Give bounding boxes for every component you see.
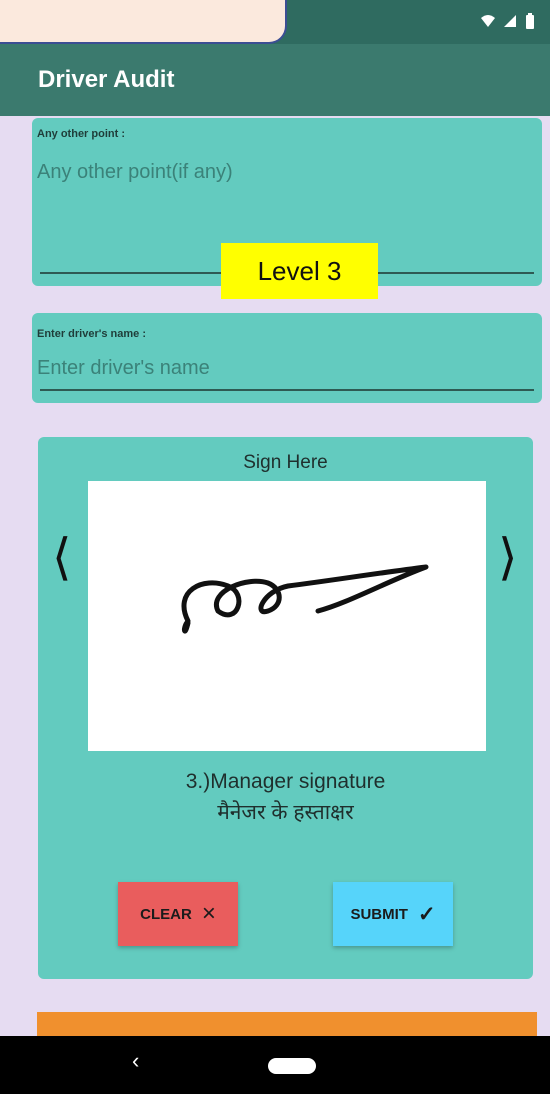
sign-here-title: Sign Here <box>243 452 328 473</box>
driver-name-underline <box>40 389 534 391</box>
navigation-bar: ‹ <box>0 1036 550 1094</box>
signature-caption-hindi: मैनेजर के हस्ताक्षर <box>217 801 354 824</box>
clear-button-label: CLEAR <box>140 905 192 923</box>
battery-icon <box>526 13 534 29</box>
driver-name-card: Enter driver's name : Enter driver's nam… <box>32 313 542 403</box>
level-badge: Level 3 <box>221 243 378 299</box>
signature-stroke <box>181 564 429 634</box>
app-title: Driver Audit <box>38 66 175 93</box>
submit-button[interactable]: SUBMIT ✓ <box>333 882 453 946</box>
back-icon[interactable]: ‹ <box>132 1048 139 1074</box>
app-bar: Driver Audit <box>0 44 550 116</box>
other-point-label: Any other point : <box>37 128 125 140</box>
tutorial-callout <box>0 0 287 44</box>
home-pill-icon[interactable] <box>268 1058 316 1074</box>
signal-icon <box>504 15 516 27</box>
submit-button-label: SUBMIT <box>350 905 408 923</box>
signature-caption-english: 3.)Manager signature <box>185 770 386 793</box>
signature-pad[interactable] <box>88 481 486 751</box>
next-signature-icon[interactable]: ⟩ <box>498 532 518 582</box>
driver-name-label: Enter driver's name : <box>37 328 146 340</box>
wifi-icon <box>481 15 495 27</box>
driver-name-input[interactable]: Enter driver's name <box>37 357 517 380</box>
previous-signature-icon[interactable]: ⟨ <box>52 532 72 582</box>
clear-button[interactable]: CLEAR × <box>118 882 238 946</box>
close-icon: × <box>201 900 216 927</box>
orange-strip <box>37 1012 537 1036</box>
status-icons <box>480 12 536 30</box>
checkmark-icon: ✓ <box>417 902 436 926</box>
signature-card: Sign Here ⟨ ⟩ 3.)Manager signature मैनेज… <box>38 437 533 979</box>
